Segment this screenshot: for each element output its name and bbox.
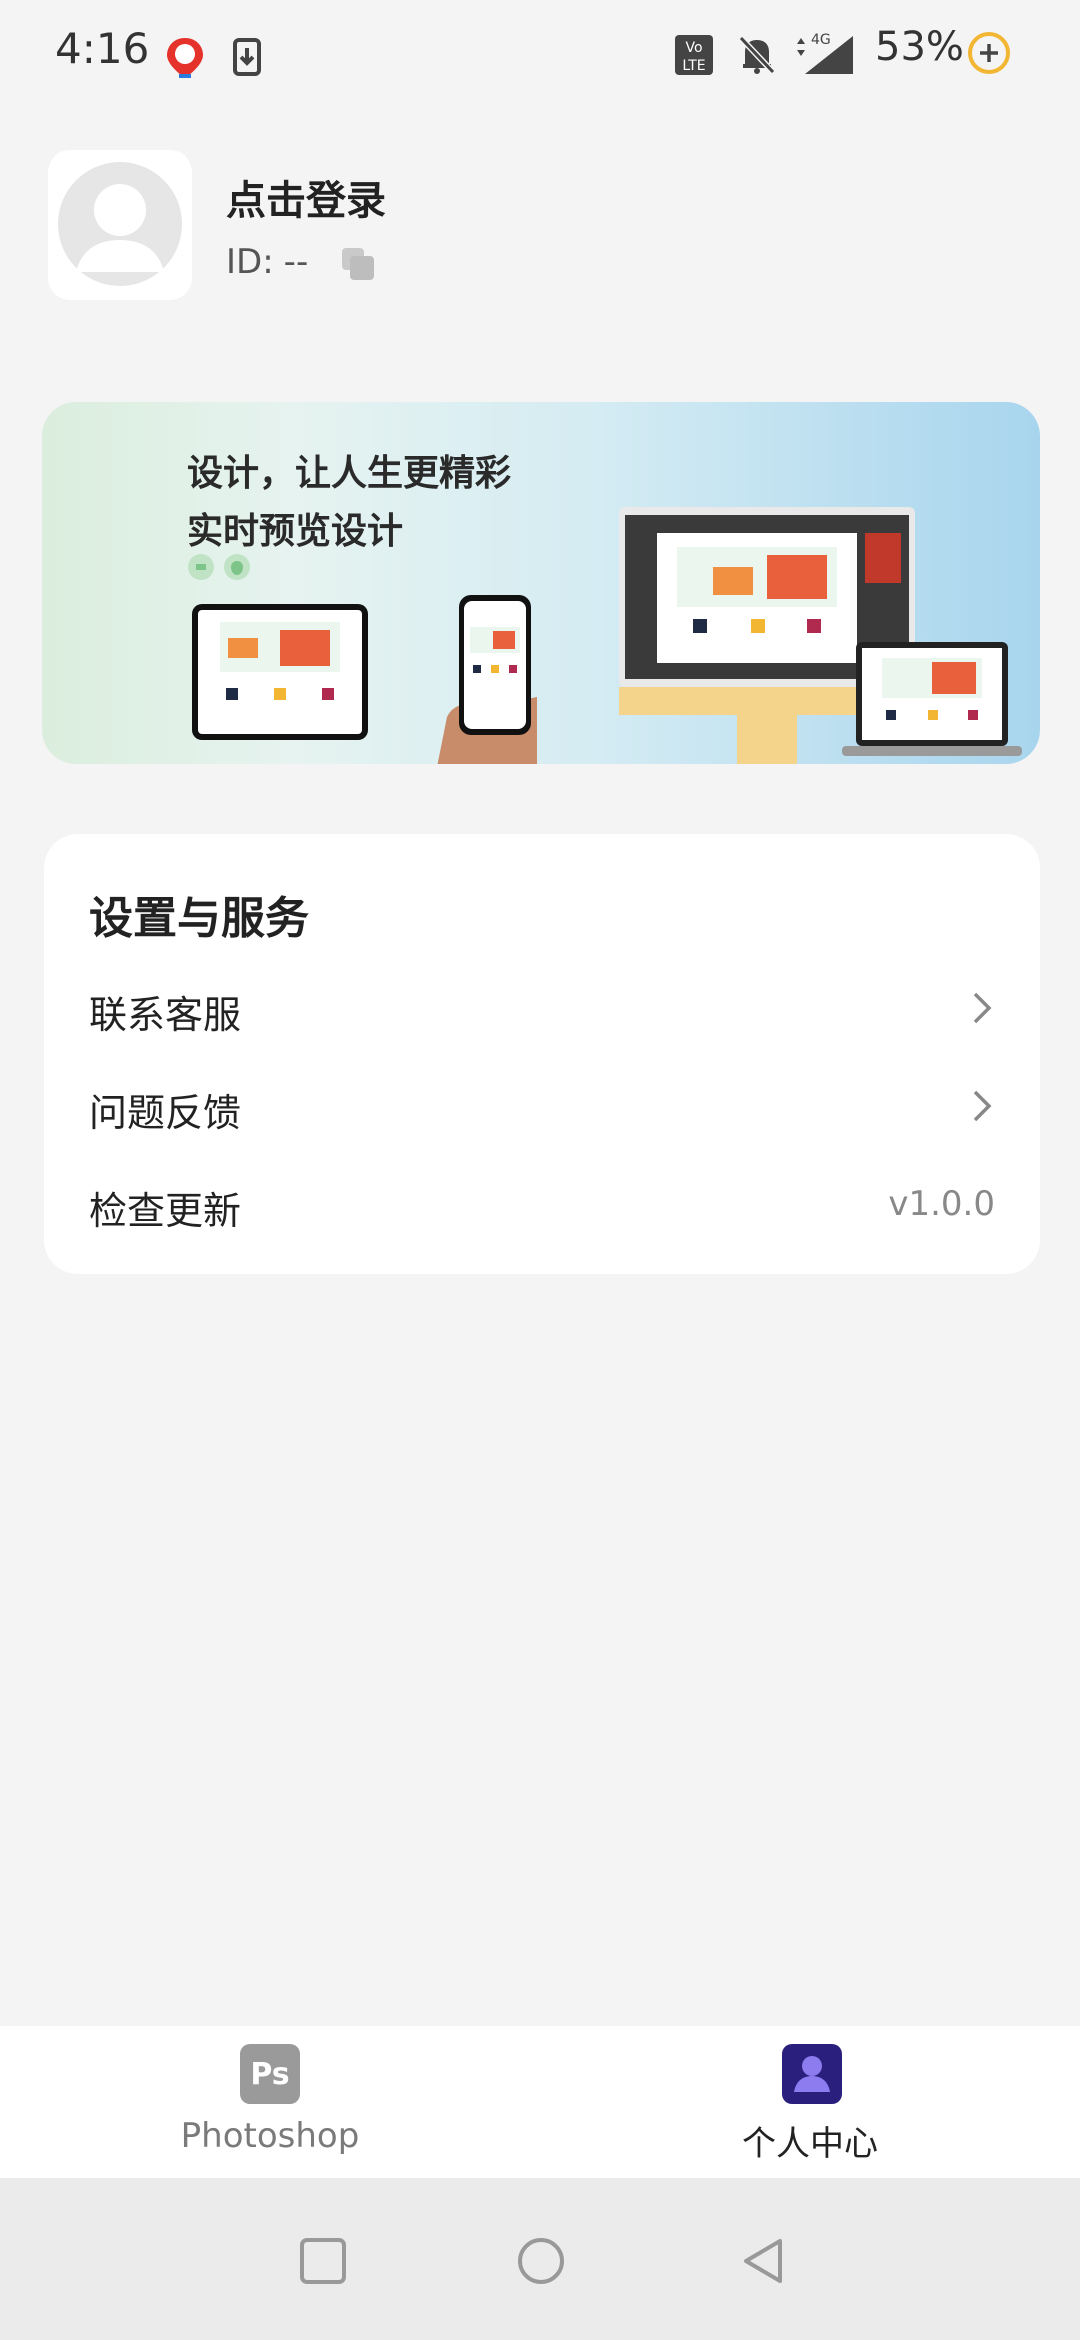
- copy-icon[interactable]: [340, 246, 376, 282]
- svg-text:Vo: Vo: [685, 40, 702, 56]
- status-bar: 4:16 Vo LTE 4G 53%: [0, 0, 1080, 110]
- settings-title: 设置与服务: [89, 893, 309, 944]
- settings-card: 设置与服务 联系客服 问题反馈 检查更新 v1.0.0: [44, 834, 1040, 1274]
- version-value: v1.0.0: [888, 1184, 995, 1224]
- baidu-maps-icon: [167, 38, 203, 78]
- user-id-value: --: [283, 242, 309, 282]
- avatar[interactable]: [48, 150, 192, 300]
- volte-icon: Vo LTE: [675, 35, 713, 75]
- login-prompt[interactable]: 点击登录: [226, 168, 386, 226]
- bottom-tab-bar: Ps Photoshop 个人中心: [0, 2026, 1080, 2178]
- photoshop-icon: Ps: [240, 2044, 300, 2104]
- tab-label: 个人中心: [742, 2124, 878, 2164]
- bell-muted-icon: [738, 35, 776, 75]
- recent-apps-icon[interactable]: [298, 2236, 348, 2286]
- download-icon: [233, 38, 261, 76]
- svg-text:4G: 4G: [811, 32, 831, 48]
- settings-item-label: 联系客服: [89, 993, 242, 1037]
- laptop-mockup-illustration: [842, 642, 1022, 756]
- battery-percentage: 53%: [875, 24, 964, 70]
- settings-item-label: 检查更新: [89, 1189, 242, 1233]
- user-id-label: ID:: [226, 242, 274, 282]
- tablet-mockup-illustration: [192, 604, 368, 740]
- default-avatar-icon: [58, 162, 182, 286]
- signal-4g-icon: 4G: [797, 32, 853, 74]
- system-navigation-bar: [0, 2178, 1080, 2340]
- tab-label: Photoshop: [180, 2116, 360, 2156]
- status-time: 4:16: [55, 24, 150, 73]
- photoshop-icon-text: Ps: [250, 2056, 290, 2092]
- user-id: ID: --: [226, 242, 308, 282]
- banner-headline: 设计，让人生更精彩: [187, 453, 512, 494]
- settings-item-contact-support[interactable]: 联系客服: [44, 960, 1040, 1058]
- battery-saver-icon: [968, 32, 1010, 74]
- settings-item-feedback[interactable]: 问题反馈: [44, 1058, 1040, 1156]
- platform-icons: [188, 554, 250, 580]
- settings-item-check-update[interactable]: 检查更新 v1.0.0: [44, 1156, 1040, 1254]
- settings-item-label: 问题反馈: [89, 1091, 242, 1135]
- tab-photoshop[interactable]: Ps Photoshop: [0, 2026, 540, 2178]
- tab-profile[interactable]: 个人中心: [540, 2026, 1080, 2178]
- profile-person-icon: [782, 2044, 842, 2104]
- promo-banner[interactable]: 设计，让人生更精彩 实时预览设计: [42, 402, 1040, 764]
- chevron-right-icon: [973, 992, 992, 1024]
- phone-in-hand-illustration: [437, 595, 537, 764]
- chevron-right-icon: [973, 1090, 992, 1122]
- home-icon[interactable]: [516, 2236, 566, 2286]
- svg-text:LTE: LTE: [682, 58, 705, 74]
- banner-subheadline: 实时预览设计: [187, 511, 404, 552]
- back-icon[interactable]: [738, 2236, 788, 2286]
